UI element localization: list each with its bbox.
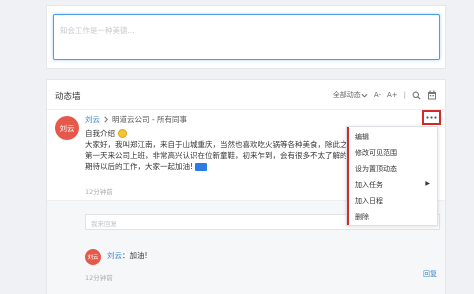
menu-item-pin[interactable]: 设为置顶动态	[355, 164, 397, 174]
post-greeting: 自我介绍	[85, 128, 127, 139]
feed-header: 动态墙 全部动态 A- A+ |	[47, 80, 445, 110]
post-body-line: 大家好，我叫郑江南，来自于山城重庆，当然也喜欢吃火锅等各种美食，除此之外我要好篮…	[85, 140, 350, 149]
font-smaller-button[interactable]: A-	[374, 91, 381, 99]
menu-item-add-task[interactable]: 加入任务	[355, 180, 383, 190]
post-author-link[interactable]: 刘云	[85, 114, 100, 125]
comment-body: ：加油!	[122, 251, 148, 260]
compose-card: 知会工作是一种美德...	[46, 5, 446, 69]
comment-timestamp: 12分钟前	[85, 274, 113, 282]
search-icon[interactable]	[412, 91, 421, 100]
post-body: 大家好，我叫郑江南，来自于山城重庆，当然也喜欢吃火锅等各种美食，除此之外我要好篮…	[85, 139, 350, 173]
post-options-menu: 编辑 修改可见范围 设为置顶动态 加入任务 ▶ 加入日程 删除	[346, 126, 438, 226]
comment-author-link[interactable]: 刘云	[107, 251, 122, 260]
compose-placeholder: 知会工作是一种美德...	[60, 26, 135, 35]
post-author-avatar[interactable]: 刘云	[55, 116, 79, 140]
reply-placeholder: 我来回复	[91, 220, 117, 228]
more-options-button[interactable]	[422, 110, 441, 125]
post-greeting-text: 自我介绍	[85, 129, 115, 138]
smile-emoji-icon	[118, 129, 127, 138]
menu-highlight-bar	[347, 127, 349, 225]
comment-author-avatar[interactable]: 刘云	[85, 249, 101, 265]
filter-dropdown[interactable]: 全部动态	[333, 90, 368, 100]
comment-text: 刘云：加油!	[107, 250, 148, 261]
filter-label: 全部动态	[332, 91, 361, 99]
post-body-line: 第一天来公司上班，非常高兴认识在位新童鞋，初来乍到，会有很多不太了解的地方，希望	[85, 151, 350, 160]
post-body-line-last: 期待以后的工作，大家一起加油!	[85, 161, 350, 172]
font-larger-button[interactable]: A+	[387, 91, 398, 99]
menu-item-add-schedule[interactable]: 加入日程	[355, 196, 383, 206]
inline-image-icon	[195, 163, 208, 171]
menu-item-edit[interactable]: 编辑	[355, 132, 369, 142]
compose-input[interactable]: 知会工作是一种美德...	[53, 14, 440, 60]
post-body-line-text: 期待以后的工作，大家一起加油!	[85, 162, 194, 171]
post-timestamp: 12分钟前	[85, 188, 113, 196]
toolbar-divider: |	[403, 91, 406, 99]
more-horizontal-icon	[426, 116, 437, 119]
feed-title: 动态墙	[55, 92, 81, 102]
chevron-right-icon	[104, 116, 109, 123]
menu-item-visibility[interactable]: 修改可见范围	[355, 148, 397, 158]
chevron-down-icon	[361, 93, 368, 98]
post-scope: 明道云公司 - 所有同事	[112, 115, 187, 124]
post-header: 刘云 明道云公司 - 所有同事	[85, 114, 187, 125]
feed-toolbar: 全部动态 A- A+ |	[333, 88, 437, 102]
calendar-icon[interactable]	[427, 90, 437, 100]
submenu-arrow-icon: ▶	[425, 180, 430, 187]
menu-item-delete[interactable]: 删除	[355, 212, 369, 222]
comment-reply-link[interactable]: 回复	[423, 269, 437, 279]
